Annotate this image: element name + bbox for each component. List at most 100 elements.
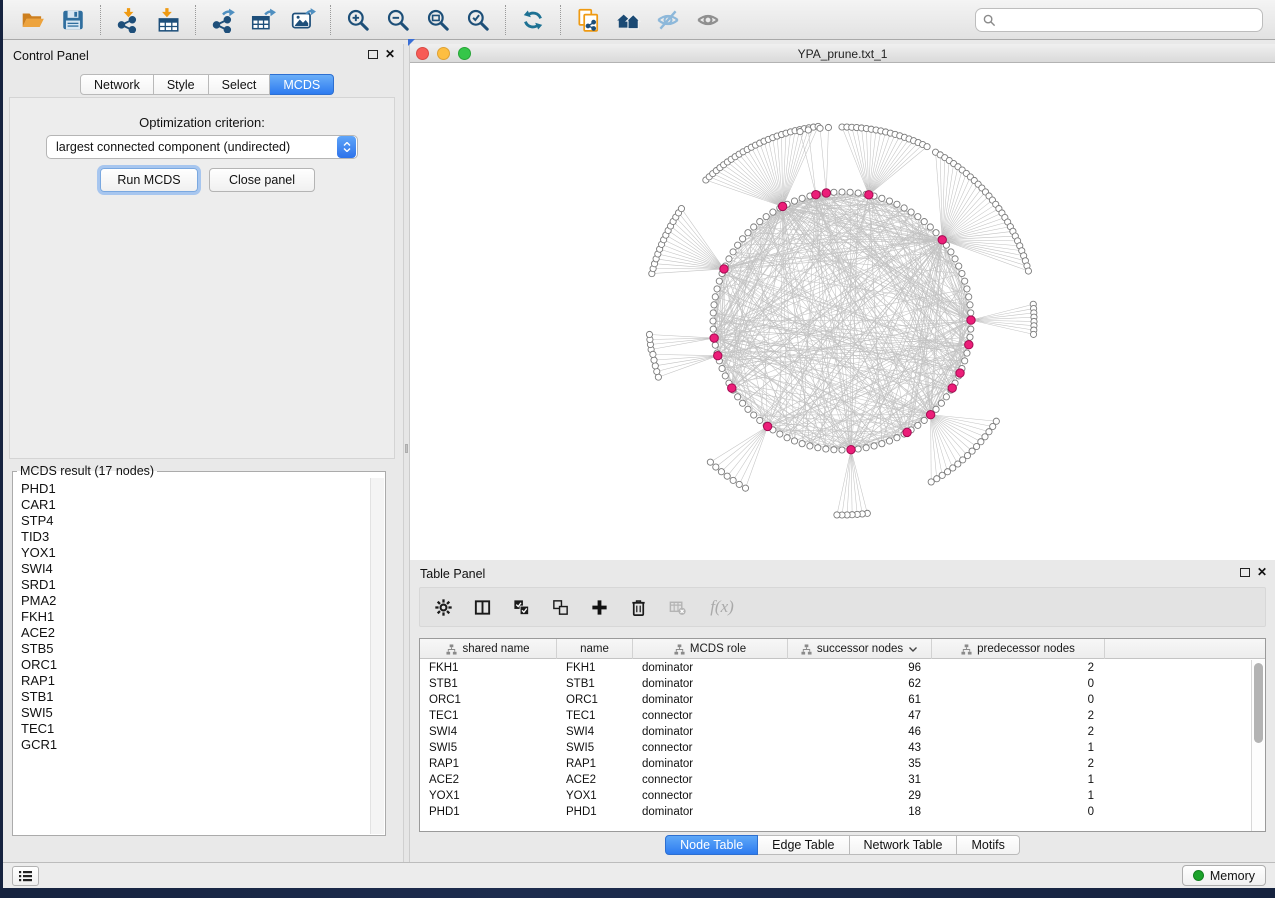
splitter-grabber[interactable]	[405, 444, 408, 453]
mcds-result-item[interactable]: TID3	[21, 529, 370, 545]
network-canvas[interactable]	[410, 63, 1275, 560]
cell-shared-name[interactable]: TEC1	[420, 708, 557, 724]
export-table-button[interactable]	[247, 4, 279, 36]
table-row[interactable]: SWI5SWI5connector431	[420, 740, 1251, 756]
cell-mcds-role[interactable]: dominator	[633, 724, 788, 740]
zoom-out-button[interactable]	[382, 4, 414, 36]
mcds-result-item[interactable]: ORC1	[21, 657, 370, 673]
criterion-dropdown[interactable]: largest connected component (undirected)	[46, 135, 358, 159]
tab-style[interactable]: Style	[154, 74, 209, 95]
mcds-result-item[interactable]: SWI5	[21, 705, 370, 721]
cell-mcds-role[interactable]: dominator	[633, 692, 788, 708]
table-row[interactable]: RAP1RAP1dominator352	[420, 756, 1251, 772]
cell-predecessor-nodes[interactable]: 2	[932, 660, 1105, 676]
deselect-all-button[interactable]	[549, 596, 571, 618]
cell-predecessor-nodes[interactable]: 2	[932, 756, 1105, 772]
float-panel-icon[interactable]	[1240, 568, 1250, 577]
export-network-button[interactable]	[207, 4, 239, 36]
cell-name[interactable]: FKH1	[557, 660, 633, 676]
cell-successor-nodes[interactable]: 31	[788, 772, 932, 788]
tab-network[interactable]: Network	[80, 74, 154, 95]
first-neighbors-button[interactable]	[612, 4, 644, 36]
cell-successor-nodes[interactable]: 96	[788, 660, 932, 676]
table-row[interactable]: ACE2ACE2connector311	[420, 772, 1251, 788]
column-header-successor-nodes[interactable]: successor nodes	[788, 639, 932, 659]
mcds-result-item[interactable]: PMA2	[21, 593, 370, 609]
cell-predecessor-nodes[interactable]: 0	[932, 804, 1105, 820]
column-header-predecessor-nodes[interactable]: predecessor nodes	[932, 639, 1105, 659]
cell-name[interactable]: SWI4	[557, 724, 633, 740]
cell-successor-nodes[interactable]: 29	[788, 788, 932, 804]
mcds-list-scrollbar[interactable]	[370, 478, 384, 834]
table-row[interactable]: PHD1PHD1dominator180	[420, 804, 1251, 820]
cell-predecessor-nodes[interactable]: 1	[932, 740, 1105, 756]
mcds-result-item[interactable]: CAR1	[21, 497, 370, 513]
cell-shared-name[interactable]: STB1	[420, 676, 557, 692]
table-row[interactable]: FKH1FKH1dominator962	[420, 660, 1251, 676]
cell-predecessor-nodes[interactable]: 2	[932, 724, 1105, 740]
zoom-in-button[interactable]	[342, 4, 374, 36]
tab-network-table[interactable]: Network Table	[850, 835, 958, 855]
cell-name[interactable]: ACE2	[557, 772, 633, 788]
delete-column-button[interactable]	[627, 596, 649, 618]
tab-mcds[interactable]: MCDS	[270, 74, 334, 95]
cell-shared-name[interactable]: ACE2	[420, 772, 557, 788]
cell-mcds-role[interactable]: dominator	[633, 660, 788, 676]
cell-predecessor-nodes[interactable]: 0	[932, 692, 1105, 708]
tab-node-table[interactable]: Node Table	[665, 835, 758, 855]
save-session-button[interactable]	[57, 4, 89, 36]
table-scrollbar-thumb[interactable]	[1254, 663, 1263, 743]
table-settings-button[interactable]	[432, 596, 454, 618]
cell-shared-name[interactable]: SWI4	[420, 724, 557, 740]
cell-mcds-role[interactable]: dominator	[633, 756, 788, 772]
panel-splitter[interactable]	[403, 44, 410, 862]
cell-mcds-role[interactable]: dominator	[633, 804, 788, 820]
cell-successor-nodes[interactable]: 43	[788, 740, 932, 756]
mcds-result-item[interactable]: SWI4	[21, 561, 370, 577]
cell-mcds-role[interactable]: dominator	[633, 676, 788, 692]
cell-predecessor-nodes[interactable]: 1	[932, 788, 1105, 804]
table-row[interactable]: SWI4SWI4dominator462	[420, 724, 1251, 740]
select-all-button[interactable]	[510, 596, 532, 618]
mcds-result-item[interactable]: FKH1	[21, 609, 370, 625]
add-column-button[interactable]	[588, 596, 610, 618]
tab-edge-table[interactable]: Edge Table	[758, 835, 849, 855]
mcds-result-item[interactable]: STB1	[21, 689, 370, 705]
split-panel-button[interactable]	[471, 596, 493, 618]
table-row[interactable]: YOX1YOX1connector291	[420, 788, 1251, 804]
export-image-button[interactable]	[287, 4, 319, 36]
column-header-shared-name[interactable]: shared name	[420, 639, 557, 659]
column-header-mcds-role[interactable]: MCDS role	[633, 639, 788, 659]
function-builder-button[interactable]: f(x)	[705, 596, 739, 618]
cell-name[interactable]: SWI5	[557, 740, 633, 756]
close-panel-button[interactable]: Close panel	[209, 168, 315, 192]
column-header-name[interactable]: name	[557, 639, 633, 659]
mcds-result-item[interactable]: ACE2	[21, 625, 370, 641]
run-mcds-button[interactable]: Run MCDS	[100, 168, 198, 192]
float-panel-icon[interactable]	[368, 50, 378, 59]
cell-shared-name[interactable]: YOX1	[420, 788, 557, 804]
mcds-result-list[interactable]: PHD1CAR1STP4TID3YOX1SWI4SRD1PMA2FKH1ACE2…	[14, 478, 370, 834]
table-row[interactable]: STB1STB1dominator620	[420, 676, 1251, 692]
cell-predecessor-nodes[interactable]: 0	[932, 676, 1105, 692]
cell-successor-nodes[interactable]: 46	[788, 724, 932, 740]
task-history-button[interactable]	[12, 866, 39, 886]
search-field[interactable]	[975, 8, 1263, 32]
cell-shared-name[interactable]: PHD1	[420, 804, 557, 820]
cell-name[interactable]: ORC1	[557, 692, 633, 708]
mcds-result-item[interactable]: PHD1	[21, 481, 370, 497]
cell-mcds-role[interactable]: connector	[633, 740, 788, 756]
cell-name[interactable]: RAP1	[557, 756, 633, 772]
mcds-result-item[interactable]: SRD1	[21, 577, 370, 593]
cell-name[interactable]: TEC1	[557, 708, 633, 724]
delete-table-button[interactable]	[666, 596, 688, 618]
cell-shared-name[interactable]: RAP1	[420, 756, 557, 772]
cell-mcds-role[interactable]: connector	[633, 708, 788, 724]
mcds-result-item[interactable]: GCR1	[21, 737, 370, 753]
close-panel-icon[interactable]: ✕	[1257, 567, 1267, 577]
cell-shared-name[interactable]: FKH1	[420, 660, 557, 676]
cell-shared-name[interactable]: ORC1	[420, 692, 557, 708]
cell-name[interactable]: YOX1	[557, 788, 633, 804]
cell-predecessor-nodes[interactable]: 1	[932, 772, 1105, 788]
cell-name[interactable]: STB1	[557, 676, 633, 692]
